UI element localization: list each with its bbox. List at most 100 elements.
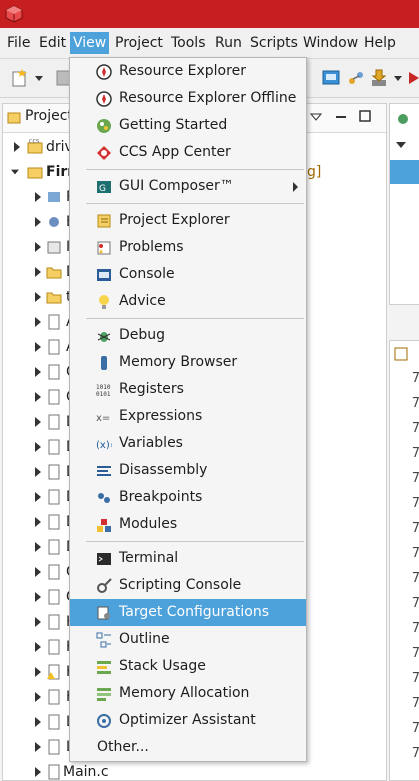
chevron-right-icon[interactable] <box>34 742 42 752</box>
menu-item-other[interactable]: Other... <box>70 734 306 761</box>
minimize-icon[interactable] <box>335 112 347 122</box>
chevron-right-icon[interactable] <box>34 267 42 277</box>
menu-project[interactable]: Project <box>112 32 166 54</box>
chevron-right-icon[interactable] <box>34 192 42 202</box>
menu-item-debug[interactable]: Debug <box>70 322 306 349</box>
chevron-down-icon[interactable] <box>396 140 406 150</box>
menu-item-advice[interactable]: Advice <box>70 288 306 315</box>
chevron-right-icon[interactable] <box>34 442 42 452</box>
chevron-right-icon[interactable] <box>34 667 42 677</box>
active-config-suffix: g] <box>307 164 322 180</box>
chevron-right-icon[interactable] <box>34 717 42 727</box>
run-icon[interactable] <box>407 68 419 88</box>
chevron-right-icon[interactable] <box>34 692 42 702</box>
selected-debug-row[interactable] <box>390 160 419 184</box>
menu-window[interactable]: Window <box>300 32 361 54</box>
menu-item-console[interactable]: Console <box>70 261 306 288</box>
chevron-right-icon[interactable] <box>34 642 42 652</box>
chevron-down-icon[interactable] <box>392 68 404 88</box>
menu-separator <box>86 541 304 542</box>
connect-icon[interactable] <box>346 68 366 88</box>
chevron-right-icon[interactable] <box>34 392 42 402</box>
chevron-right-icon[interactable] <box>34 242 42 252</box>
menu-item-resource-explorer-offline[interactable]: Resource Explorer Offline <box>70 85 306 112</box>
menu-item-outline[interactable]: Outline <box>70 626 306 653</box>
menu-view[interactable]: View <box>70 32 110 54</box>
memory-panel-edge: 7 7 7 7 7 7 7 7 7 7 7 7 7 7 7 7 <box>389 340 419 781</box>
target-config-icon <box>97 606 110 620</box>
memory-row: 7 <box>412 671 419 686</box>
header-file-icon <box>48 614 60 630</box>
binaries-icon <box>48 192 60 202</box>
menu-item-registers[interactable]: 1010 0101 Registers <box>70 376 306 403</box>
warning-file-icon <box>47 664 60 680</box>
chevron-right-icon[interactable] <box>34 492 42 502</box>
chevron-down-icon[interactable] <box>11 167 19 177</box>
terminal-icon <box>97 553 111 565</box>
chevron-right-icon[interactable] <box>34 367 42 377</box>
chevron-right-icon[interactable] <box>34 542 42 552</box>
chevron-right-icon[interactable] <box>34 517 42 527</box>
menu-item-terminal[interactable]: Terminal <box>70 545 306 572</box>
menu-item-project-explorer[interactable]: Project Explorer <box>70 207 306 234</box>
menu-item-problems[interactable]: Problems <box>70 234 306 261</box>
menu-item-gui-composer[interactable]: G GUI Composer™ <box>70 173 306 200</box>
modules-icon <box>97 519 111 532</box>
chevron-right-icon[interactable] <box>34 342 42 352</box>
menu-scripts[interactable]: Scripts <box>247 32 301 54</box>
memory-row: 7 <box>412 521 419 536</box>
debug-panel-edge <box>389 103 419 305</box>
maximize-icon[interactable] <box>359 110 371 122</box>
app-center-icon <box>97 146 111 160</box>
menu-file[interactable]: File <box>4 32 33 54</box>
menu-item-ccs-app-center[interactable]: CCS App Center <box>70 139 306 166</box>
chevron-right-icon[interactable] <box>13 142 21 152</box>
menu-help[interactable]: Help <box>361 32 399 54</box>
menu-item-memory-browser[interactable]: Memory Browser <box>70 349 306 376</box>
memory-row: 7 <box>412 621 419 636</box>
menu-item-label: Resource Explorer <box>119 63 246 79</box>
new-file-icon[interactable] <box>10 68 30 88</box>
menu-item-optimizer-assistant[interactable]: Optimizer Assistant <box>70 707 306 734</box>
menu-item-getting-started[interactable]: Getting Started <box>70 112 306 139</box>
ccs-project-icon <box>27 167 43 179</box>
chevron-right-icon[interactable] <box>34 292 42 302</box>
download-icon[interactable] <box>369 68 389 88</box>
menu-item-modules[interactable]: Modules <box>70 511 306 538</box>
chevron-right-icon[interactable] <box>34 617 42 627</box>
menu-item-resource-explorer[interactable]: Resource Explorer <box>70 58 306 85</box>
chevron-right-icon[interactable] <box>34 317 42 327</box>
menu-item-disassembly[interactable]: Disassembly <box>70 457 306 484</box>
menu-edit[interactable]: Edit <box>36 32 69 54</box>
chevron-right-icon[interactable] <box>34 467 42 477</box>
menu-separator <box>86 318 304 319</box>
menu-item-label: Scripting Console <box>119 577 242 593</box>
menu-item-scripting-console[interactable]: Scripting Console <box>70 572 306 599</box>
menu-item-label: Resource Explorer Offline <box>119 90 297 106</box>
menu-item-label: Memory Browser <box>119 354 238 370</box>
chevron-right-icon[interactable] <box>34 567 42 577</box>
optimizer-icon <box>97 714 111 728</box>
menu-run[interactable]: Run <box>212 32 245 54</box>
chevron-right-icon[interactable] <box>34 417 42 427</box>
view-menu-icon[interactable] <box>310 112 322 122</box>
menu-tools[interactable]: Tools <box>168 32 209 54</box>
gear-icon <box>49 217 59 227</box>
menu-item-target-configurations[interactable]: Target Configurations <box>70 599 306 626</box>
svg-text:x=: x= <box>96 413 110 424</box>
chevron-right-icon[interactable] <box>34 592 42 602</box>
chevron-right-icon[interactable] <box>34 767 42 777</box>
menu-item-memory-allocation[interactable]: Memory Allocation <box>70 680 306 707</box>
menu-item-breakpoints[interactable]: Breakpoints <box>70 484 306 511</box>
chevron-down-icon[interactable] <box>33 68 45 88</box>
tree-item-main-c[interactable]: Main.c <box>3 760 386 780</box>
compass-icon <box>96 64 112 80</box>
source-file-icon <box>48 739 60 755</box>
chevron-right-icon[interactable] <box>34 217 42 227</box>
debug-view-icon[interactable] <box>321 68 341 88</box>
menu-item-expressions[interactable]: x= Expressions <box>70 403 306 430</box>
menu-item-stack-usage[interactable]: Stack Usage <box>70 653 306 680</box>
chevron-right-icon <box>293 182 298 192</box>
folder-icon <box>46 267 62 279</box>
menu-item-variables[interactable]: (x)= Variables <box>70 430 306 457</box>
